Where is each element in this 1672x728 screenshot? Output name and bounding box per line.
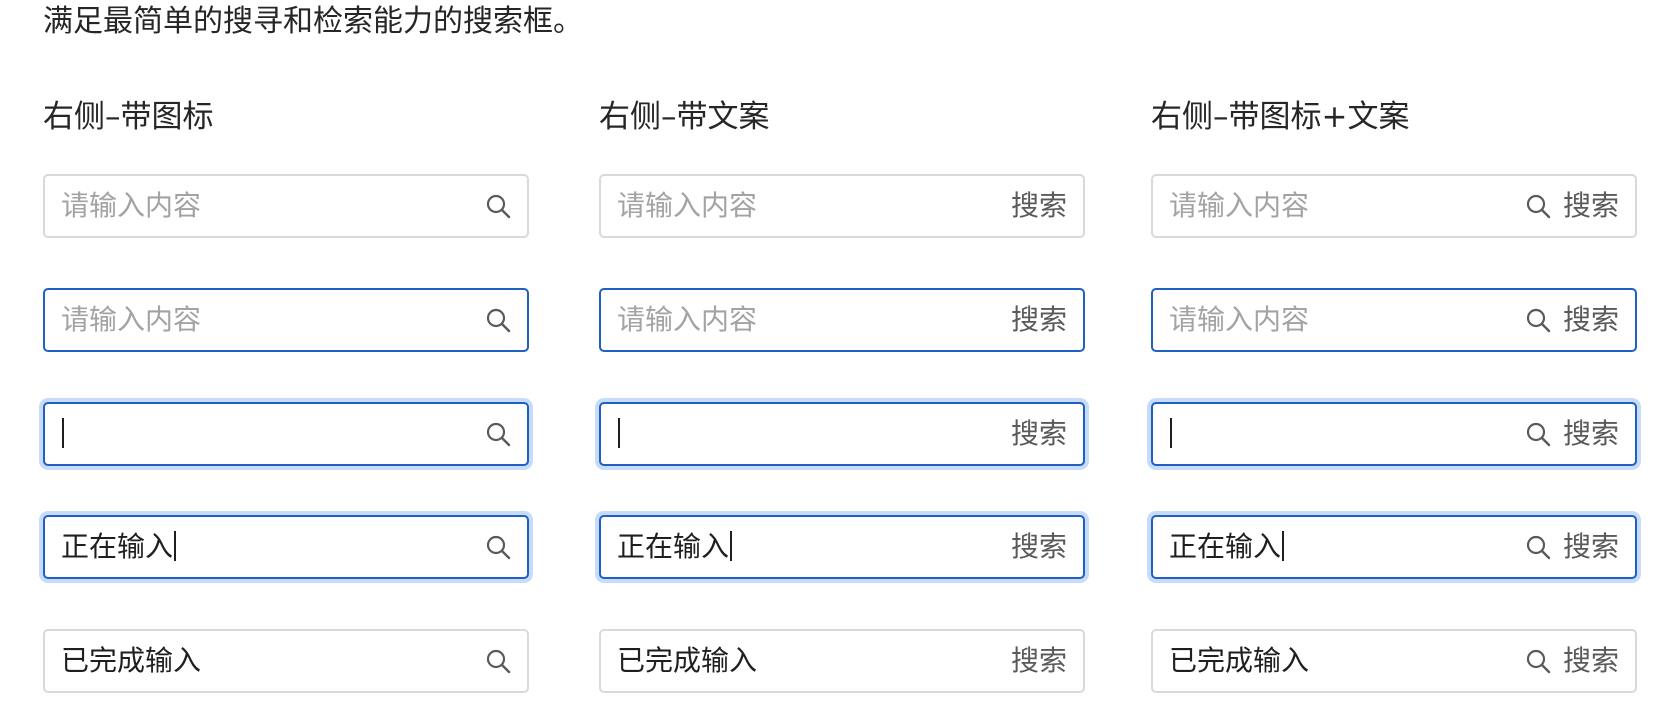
search-input[interactable]: 已完成输入 搜索 xyxy=(1151,629,1637,693)
search-input[interactable]: 请输入内容 xyxy=(43,288,529,352)
search-input-value: 正在输入 xyxy=(61,517,177,577)
search-input-value: 已完成输入 xyxy=(1169,644,1310,677)
page-description: 满足最简单的搜寻和检索能力的搜索框。 xyxy=(43,4,583,39)
search-input[interactable]: 请输入内容 搜索 xyxy=(599,288,1085,352)
search-action[interactable]: 搜索 xyxy=(1011,404,1067,464)
search-input-placeholder: 请输入内容 xyxy=(617,189,758,222)
search-action[interactable]: 搜索 xyxy=(1011,631,1067,691)
search-button[interactable]: 搜索 xyxy=(1563,631,1619,691)
search-input-placeholder: 请输入内容 xyxy=(1169,303,1310,336)
search-button[interactable]: 搜索 xyxy=(1563,176,1619,236)
search-icon[interactable] xyxy=(485,534,511,560)
search-action[interactable]: 搜索 xyxy=(1011,290,1067,350)
search-button[interactable]: 搜索 xyxy=(1563,517,1619,577)
search-input[interactable]: 已完成输入 搜索 xyxy=(599,629,1085,693)
search-icon[interactable] xyxy=(1525,648,1551,674)
text-caret xyxy=(1282,531,1285,561)
search-icon[interactable] xyxy=(485,421,511,447)
search-icon[interactable] xyxy=(485,193,511,219)
search-button[interactable]: 搜索 xyxy=(1011,517,1067,577)
text-caret xyxy=(174,531,177,561)
search-action[interactable]: 搜索 xyxy=(1525,290,1619,350)
search-input-placeholder: 请输入内容 xyxy=(617,303,758,336)
search-action[interactable]: 搜索 xyxy=(1011,176,1067,236)
text-caret xyxy=(62,418,64,448)
search-input-placeholder xyxy=(1169,404,1172,464)
search-action[interactable] xyxy=(485,404,511,464)
search-icon[interactable] xyxy=(1525,421,1551,447)
search-action[interactable]: 搜索 xyxy=(1525,404,1619,464)
search-input[interactable]: 正在输入 搜索 xyxy=(1151,515,1637,579)
search-input-placeholder xyxy=(61,404,64,464)
search-action[interactable] xyxy=(485,290,511,350)
search-input[interactable]: 正在输入 xyxy=(43,515,529,579)
text-caret xyxy=(730,531,733,561)
search-input[interactable]: 请输入内容 搜索 xyxy=(599,174,1085,238)
search-input[interactable]: 已完成输入 xyxy=(43,629,529,693)
search-input-value: 已完成输入 xyxy=(61,644,202,677)
search-button[interactable]: 搜索 xyxy=(1011,290,1067,350)
search-action[interactable]: 搜索 xyxy=(1525,517,1619,577)
search-button[interactable]: 搜索 xyxy=(1011,404,1067,464)
search-icon[interactable] xyxy=(1525,534,1551,560)
search-action[interactable] xyxy=(485,517,511,577)
search-action[interactable]: 搜索 xyxy=(1011,517,1067,577)
column-title: 右侧–带图标+文案 xyxy=(1151,99,1410,135)
search-input-value: 已完成输入 xyxy=(617,644,758,677)
search-button[interactable]: 搜索 xyxy=(1011,631,1067,691)
search-icon[interactable] xyxy=(485,648,511,674)
search-action[interactable]: 搜索 xyxy=(1525,176,1619,236)
search-input[interactable]: 正在输入 搜索 xyxy=(599,515,1085,579)
search-button[interactable]: 搜索 xyxy=(1011,176,1067,236)
search-input-placeholder: 请输入内容 xyxy=(61,303,202,336)
search-input[interactable]: 请输入内容 xyxy=(43,174,529,238)
search-input-value: 正在输入 xyxy=(1169,517,1285,577)
search-action[interactable] xyxy=(485,176,511,236)
search-action[interactable] xyxy=(485,631,511,691)
search-input-value: 正在输入 xyxy=(617,517,733,577)
search-icon[interactable] xyxy=(1525,193,1551,219)
search-button[interactable]: 搜索 xyxy=(1563,404,1619,464)
search-input[interactable]: 搜索 xyxy=(599,402,1085,466)
search-input-placeholder: 请输入内容 xyxy=(61,189,202,222)
search-input[interactable]: 请输入内容 搜索 xyxy=(1151,174,1637,238)
text-caret xyxy=(1170,418,1172,448)
search-icon[interactable] xyxy=(485,307,511,333)
search-input[interactable]: 请输入内容 搜索 xyxy=(1151,288,1637,352)
column-title: 右侧–带文案 xyxy=(599,99,770,135)
column-title: 右侧–带图标 xyxy=(43,99,214,135)
search-icon[interactable] xyxy=(1525,307,1551,333)
search-input[interactable] xyxy=(43,402,529,466)
search-button[interactable]: 搜索 xyxy=(1563,290,1619,350)
text-caret xyxy=(618,418,620,448)
search-input-placeholder xyxy=(617,404,620,464)
search-input[interactable]: 搜索 xyxy=(1151,402,1637,466)
search-action[interactable]: 搜索 xyxy=(1525,631,1619,691)
search-input-placeholder: 请输入内容 xyxy=(1169,189,1310,222)
